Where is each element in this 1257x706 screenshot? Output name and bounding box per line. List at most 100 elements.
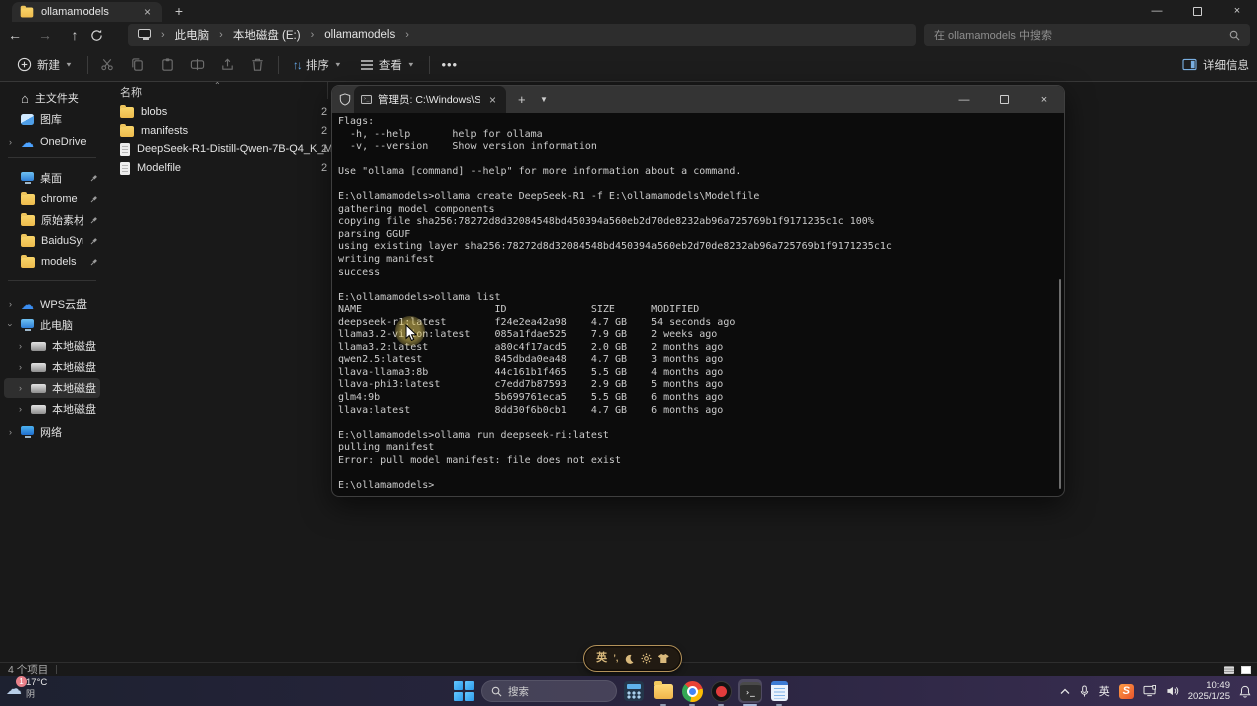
view-button[interactable]: 查看 ▼ <box>351 51 424 79</box>
terminal-tab[interactable]: ›_ 管理员: C:\Windows\System32 × <box>354 86 506 113</box>
ime-language-indicator[interactable]: 英 <box>1099 683 1110 699</box>
minimize-button[interactable]: — <box>1137 0 1177 22</box>
minimize-button[interactable]: — <box>944 86 984 113</box>
file-row-gguf[interactable]: DeepSeek-R1-Distill-Qwen-7B-Q4_K_M.gguf <box>108 140 324 158</box>
sort-button[interactable]: ↑↓ 排序 ▼ <box>284 51 351 79</box>
sidebar-item-onedrive[interactable]: ›☁OneDrive <box>4 132 100 152</box>
back-icon[interactable]: ← <box>0 27 30 43</box>
terminal-output[interactable]: Flags: -h, --help help for ollama -v, --… <box>332 113 1064 497</box>
file-row-blobs[interactable]: blobs <box>108 103 324 121</box>
up-icon[interactable]: ↑ <box>60 27 90 43</box>
column-divider[interactable] <box>327 82 328 99</box>
breadcrumb-drive-e[interactable]: 本地磁盘 (E:) <box>233 27 301 43</box>
taskbar-app-recorder[interactable] <box>709 679 733 703</box>
cast-display-icon[interactable] <box>1143 685 1157 697</box>
clock[interactable]: 10:49 2025/1/25 <box>1188 680 1230 703</box>
folder-icon <box>21 236 35 247</box>
sidebar-item-baidusyncdisk[interactable]: BaiduSyncdisk <box>4 231 100 251</box>
column-header-name[interactable]: 名称 <box>120 84 142 100</box>
sidebar-item-models[interactable]: models <box>4 252 100 272</box>
sidebar-item-this-pc[interactable]: ›此电脑 <box>4 315 100 335</box>
rename-button[interactable] <box>183 51 213 79</box>
chevron-right-icon[interactable]: › <box>16 404 25 414</box>
taskbar-app-calculator[interactable] <box>622 679 646 703</box>
sidebar-item-network[interactable]: ›网络 <box>4 422 100 442</box>
sidebar-item-drive-e[interactable]: ›本地磁盘 (E:) <box>4 378 100 398</box>
chevron-right-icon[interactable]: › <box>16 383 25 393</box>
close-button[interactable]: × <box>1024 86 1064 113</box>
share-button[interactable] <box>213 51 243 79</box>
refresh-icon[interactable] <box>90 29 120 42</box>
sidebar-item-wps-cloud[interactable]: ›☁WPS云盘 <box>4 294 100 314</box>
new-tab-button[interactable]: + <box>518 92 526 107</box>
ime-punctuation-button[interactable]: ’, <box>613 654 618 663</box>
status-divider <box>56 665 57 674</box>
trash-icon <box>250 57 265 72</box>
paste-button[interactable] <box>153 51 183 79</box>
tab-close-icon[interactable]: × <box>486 93 499 107</box>
icons-view-button[interactable] <box>1238 664 1253 675</box>
chevron-right-icon[interactable]: › <box>6 427 15 437</box>
sidebar-item-desktop[interactable]: 桌面 <box>4 168 100 188</box>
chevron-down-icon: ▼ <box>407 61 415 68</box>
sidebar-item-drive-c[interactable]: ›本地磁盘 (C:) <box>4 336 100 356</box>
cut-button[interactable] <box>93 51 123 79</box>
chevron-down-icon[interactable]: › <box>6 321 16 330</box>
chevron-down-icon: ▼ <box>334 61 342 68</box>
command-toolbar: 新建 ▼ ↑↓ 排序 ▼ 查看 ▼ <box>0 48 1257 82</box>
terminal-window[interactable]: ›_ 管理员: C:\Windows\System32 × + ▼ — × Fl… <box>331 85 1065 497</box>
new-button[interactable]: 新建 ▼ <box>8 51 82 79</box>
details-pane-button[interactable]: 详细信息 <box>1182 57 1249 73</box>
file-row-modelfile[interactable]: Modelfile <box>108 159 324 177</box>
maximize-button[interactable] <box>1177 0 1217 22</box>
forward-icon[interactable]: → <box>30 27 60 43</box>
start-button[interactable] <box>452 679 476 703</box>
explorer-search-box[interactable]: 在 ollamamodels 中搜索 <box>924 24 1250 46</box>
tab-dropdown-icon[interactable]: ▼ <box>540 95 548 104</box>
moon-icon[interactable] <box>624 654 634 664</box>
taskbar-app-notepad[interactable] <box>767 679 791 703</box>
notifications-bell-icon[interactable] <box>1239 685 1251 698</box>
microphone-icon[interactable] <box>1079 685 1090 698</box>
chevron-right-icon[interactable]: › <box>16 362 25 372</box>
navigation-pane: ⌂主文件夹 图库 ›☁OneDrive 桌面 chrome 原始素材 Baidu… <box>0 82 104 662</box>
tab-close-icon[interactable]: × <box>141 5 154 19</box>
sogou-icon[interactable]: S <box>1119 684 1134 699</box>
taskbar-search[interactable]: 搜索 <box>481 680 617 702</box>
breadcrumb-this-pc[interactable]: 此电脑 <box>175 27 210 43</box>
clipped-date-text: 2 <box>321 143 327 155</box>
chevron-right-icon[interactable]: › <box>6 137 15 147</box>
weather-widget[interactable]: ☁1 17°C 阴 <box>6 678 47 699</box>
sidebar-item-chrome[interactable]: chrome <box>4 189 100 209</box>
chevron-right-icon[interactable]: › <box>6 299 15 309</box>
more-options-button[interactable]: ••• <box>435 51 465 79</box>
terminal-title-bar[interactable]: ›_ 管理员: C:\Windows\System32 × + ▼ — × <box>332 86 1064 113</box>
hidden-icons-button[interactable] <box>1060 688 1070 695</box>
ime-toolbar[interactable]: 英 ’, <box>583 645 682 672</box>
file-row-manifests[interactable]: manifests <box>108 122 324 140</box>
sidebar-item-drive-d[interactable]: ›本地磁盘 (D:) <box>4 357 100 377</box>
terminal-icon: ›_ <box>740 682 761 701</box>
sidebar-item-gallery[interactable]: 图库 <box>4 109 100 129</box>
sidebar-item-raw-material[interactable]: 原始素材 <box>4 210 100 230</box>
copy-button[interactable] <box>123 51 153 79</box>
delete-button[interactable] <box>243 51 273 79</box>
breadcrumb-separator: › <box>213 29 229 41</box>
details-view-button[interactable] <box>1221 664 1236 675</box>
speaker-icon[interactable] <box>1166 685 1179 697</box>
terminal-scrollbar[interactable] <box>1059 279 1061 489</box>
maximize-button[interactable] <box>984 86 1024 113</box>
skin-shirt-icon[interactable] <box>658 654 669 663</box>
sidebar-item-home[interactable]: ⌂主文件夹 <box>4 88 100 108</box>
taskbar-app-terminal[interactable]: ›_ <box>738 679 762 703</box>
close-button[interactable]: × <box>1217 0 1257 22</box>
taskbar-app-chrome[interactable] <box>680 679 704 703</box>
ime-mode-label[interactable]: 英 <box>596 653 607 664</box>
new-tab-button[interactable]: + <box>170 3 188 19</box>
taskbar-app-explorer[interactable] <box>651 679 675 703</box>
gear-icon[interactable] <box>641 653 652 664</box>
explorer-tab[interactable]: ollamamodels × <box>12 2 162 22</box>
sidebar-item-drive-f[interactable]: ›本地磁盘 (F:) <box>4 399 100 419</box>
breadcrumb-ollamamodels[interactable]: ollamamodels <box>324 29 395 41</box>
chevron-right-icon[interactable]: › <box>16 341 25 351</box>
